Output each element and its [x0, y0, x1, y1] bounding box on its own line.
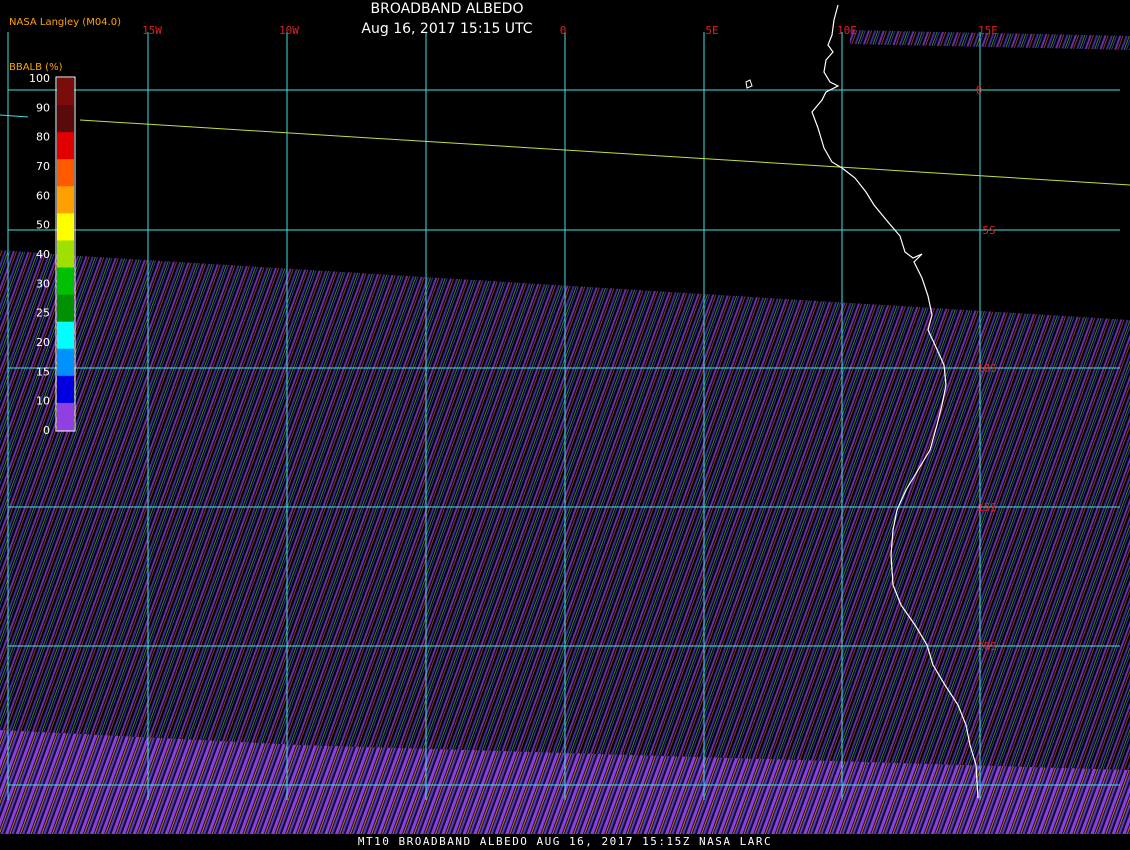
- longitude-label: 15E: [978, 24, 998, 37]
- legend-title: BBALB (%): [9, 62, 63, 73]
- colorbar-segment: [57, 78, 74, 106]
- colorbar-tick-label: 30: [36, 277, 50, 290]
- colorbar-tick-label: 15: [36, 365, 50, 378]
- colorbar-segment: [57, 375, 74, 404]
- colorbar-tick-label: 10: [36, 395, 50, 408]
- footer-caption: MT10 BROADBAND ALBEDO AUG 16, 2017 15:15…: [357, 835, 773, 848]
- island: [745, 79, 753, 89]
- longitude-label: 5E: [705, 24, 718, 37]
- map-title: BROADBAND ALBEDO: [370, 1, 524, 17]
- longitude-label: 15W: [142, 24, 162, 37]
- albedo-map: 15W 10W 0 5E 10E 15E05S10S15S20S 100908070605…: [0, 4, 1130, 834]
- latitude-label: 20S: [977, 640, 997, 653]
- colorbar-tick-label: 25: [36, 307, 50, 320]
- colorbar-segment: [57, 159, 74, 187]
- colorbar-tick-label: 100: [29, 72, 50, 85]
- colorbar-tick-label: 20: [36, 336, 50, 349]
- latitude-label: 10S: [977, 362, 997, 375]
- colorbar-segment: [57, 294, 74, 323]
- scan-line: [79, 119, 1130, 186]
- source-label: NASA Langley (M04.0): [9, 17, 121, 28]
- longitude-label: 10E: [837, 24, 857, 37]
- colorbar-tick-label: 40: [36, 248, 50, 261]
- colorbar-segment: [57, 213, 74, 241]
- colorbar-segment: [57, 105, 74, 133]
- scan-line-left: [0, 114, 29, 118]
- colorbar-tick-label: 50: [36, 219, 50, 232]
- colorbar-tick-label: 90: [36, 101, 50, 114]
- colorbar-tick-label: 0: [43, 424, 50, 437]
- latitude-label: 0: [976, 84, 983, 97]
- colorbar-tick-label: 70: [36, 160, 50, 173]
- colorbar-tick-label: 80: [36, 131, 50, 144]
- colorbar-tick-label: 60: [36, 189, 50, 202]
- colorbar-segment: [57, 267, 74, 296]
- colorbar-segment: [57, 321, 74, 350]
- colorbar-segment: [57, 402, 74, 431]
- colorbar-segment: [57, 186, 74, 214]
- map-timestamp: Aug 16, 2017 15:15 UTC: [361, 21, 533, 37]
- latitude-label: 5S: [982, 224, 995, 237]
- colorbar-segment: [57, 132, 74, 160]
- colorbar-segment: [57, 348, 74, 377]
- latitude-label: 15S: [977, 501, 997, 514]
- colorbar-segment: [57, 240, 74, 269]
